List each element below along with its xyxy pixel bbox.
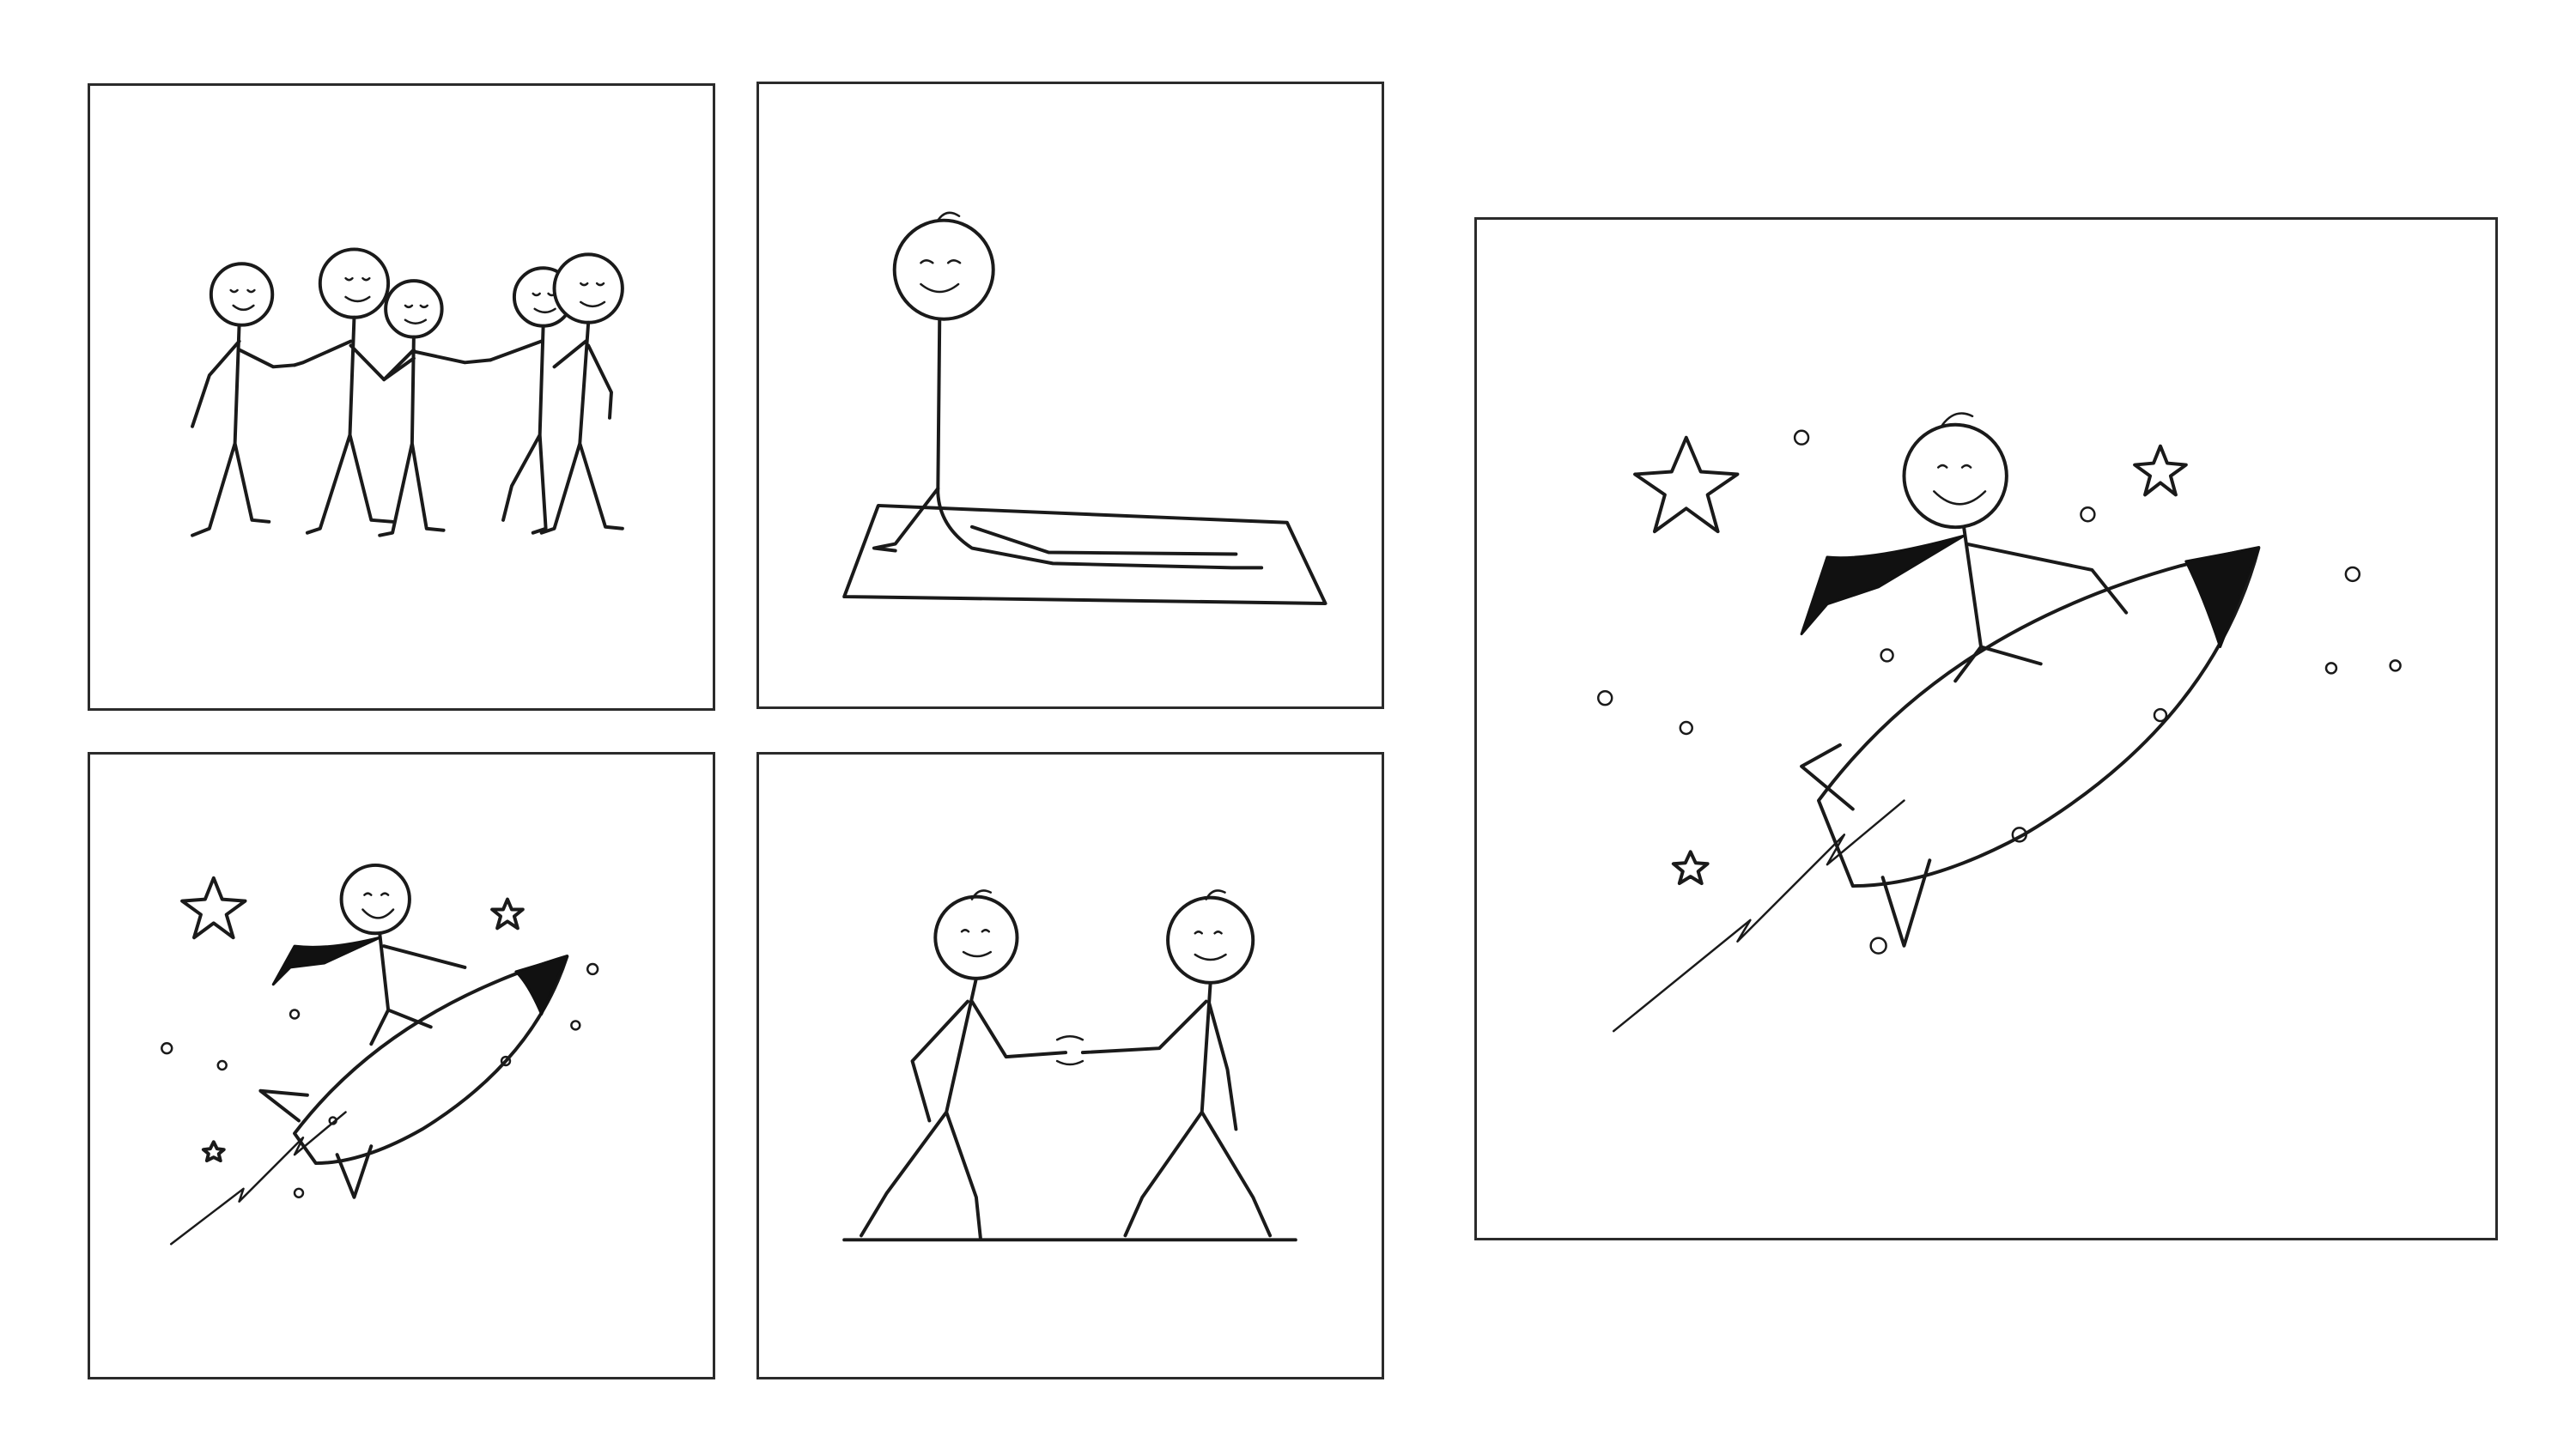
handshake-illustration: [842, 889, 1297, 1242]
team-tile[interactable]: [88, 83, 715, 711]
rocket-large-tile[interactable]: [1474, 217, 2498, 1240]
rocket-small-tile[interactable]: [88, 752, 715, 1379]
yoga-cobra-pose-illustration: [842, 211, 1327, 605]
yoga-tile[interactable]: [756, 82, 1384, 709]
businessman-riding-rocket-illustration: [161, 863, 599, 1246]
handshake-tile[interactable]: [756, 752, 1384, 1379]
businessman-riding-rocket-illustration: [1597, 412, 2402, 1033]
team-huddle-illustration: [191, 247, 624, 537]
